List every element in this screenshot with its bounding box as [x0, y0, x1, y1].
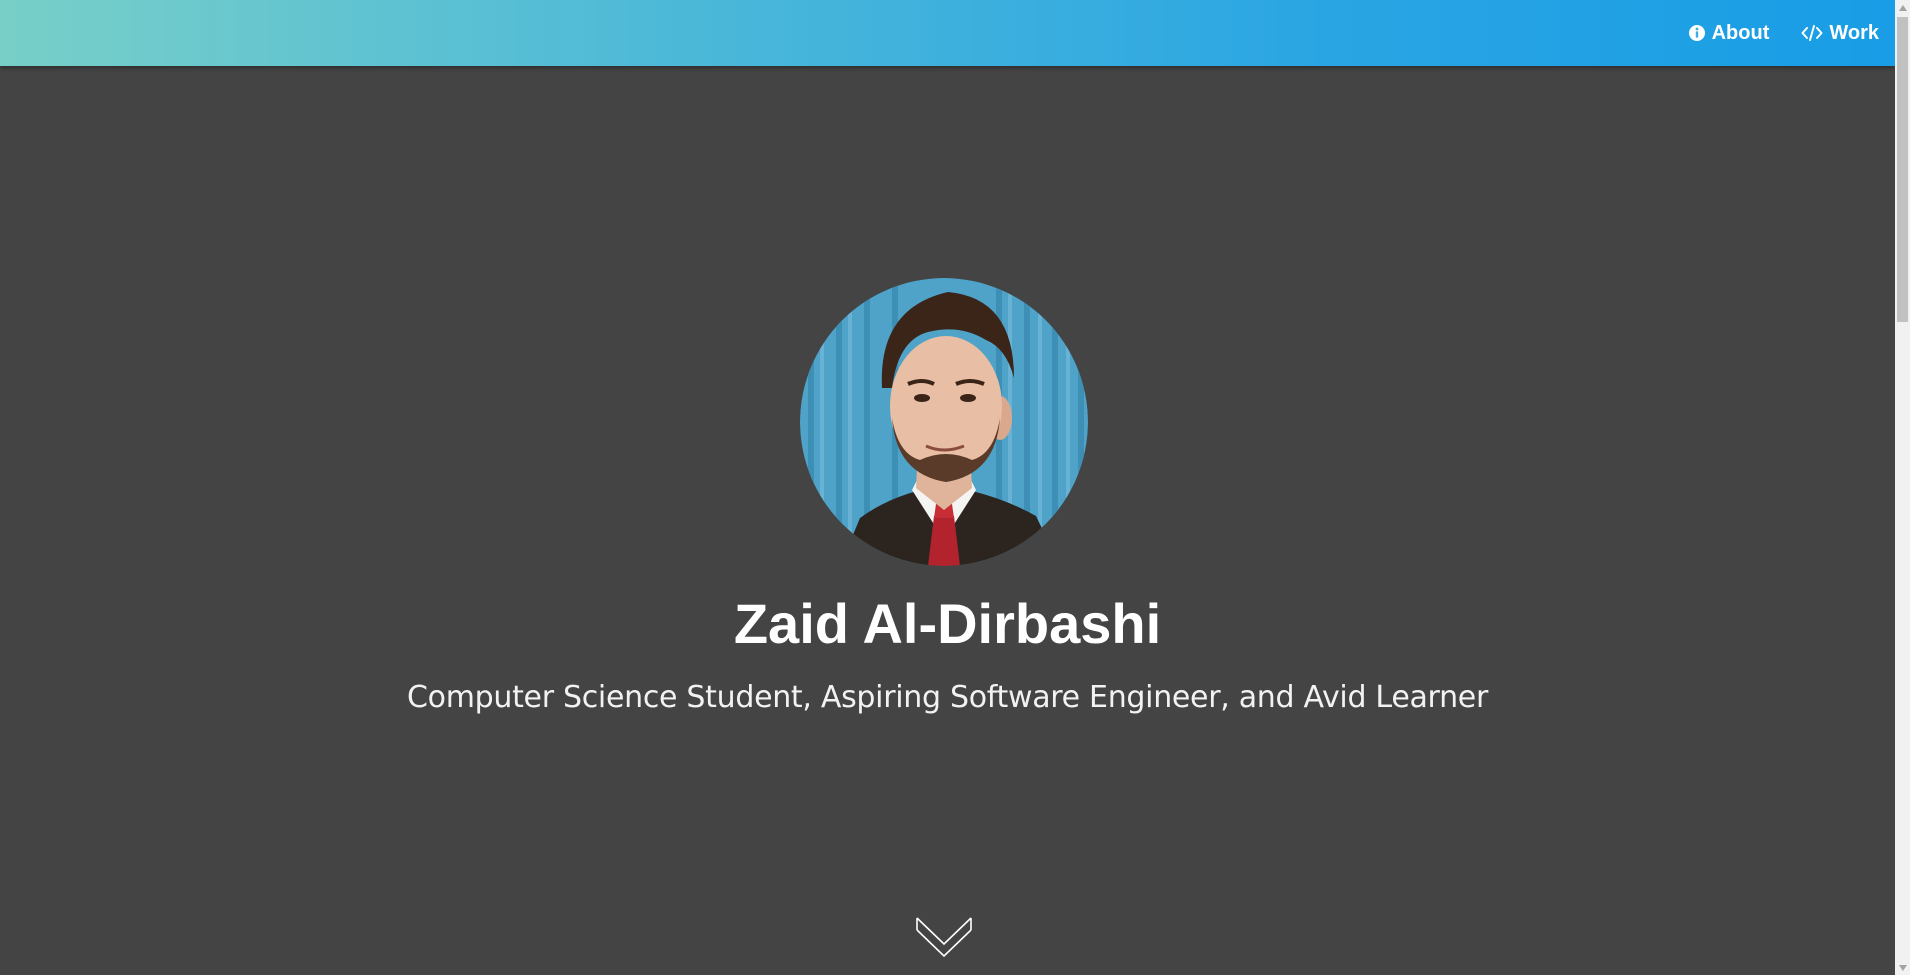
info-circle-icon — [1688, 24, 1706, 42]
code-icon — [1801, 24, 1823, 42]
nav-work-link[interactable]: Work — [1801, 22, 1879, 45]
scroll-down-button[interactable] — [914, 914, 974, 958]
nav-about-link[interactable]: About — [1688, 21, 1770, 45]
avatar — [800, 278, 1088, 566]
scrollbar-thumb[interactable] — [1897, 17, 1908, 322]
chevron-down-icon — [914, 917, 974, 962]
page: About Work Zaid Al-Dirbashi Computer Sci… — [0, 0, 1910, 975]
hero-section: Zaid Al-Dirbashi Computer Science Studen… — [0, 66, 1895, 975]
scrollbar[interactable] — [1895, 0, 1910, 975]
hero-tagline: Computer Science Student, Aspiring Softw… — [407, 680, 1488, 715]
hero-name: Zaid Al-Dirbashi — [733, 592, 1162, 655]
nav-about-label: About — [1711, 21, 1770, 44]
nav-links: About Work — [1688, 0, 1879, 66]
nav-work-label: Work — [1829, 21, 1879, 44]
scroll-down-arrow-icon[interactable] — [1895, 960, 1910, 975]
scroll-up-arrow-icon[interactable] — [1895, 0, 1910, 15]
navbar: About Work — [0, 0, 1895, 66]
